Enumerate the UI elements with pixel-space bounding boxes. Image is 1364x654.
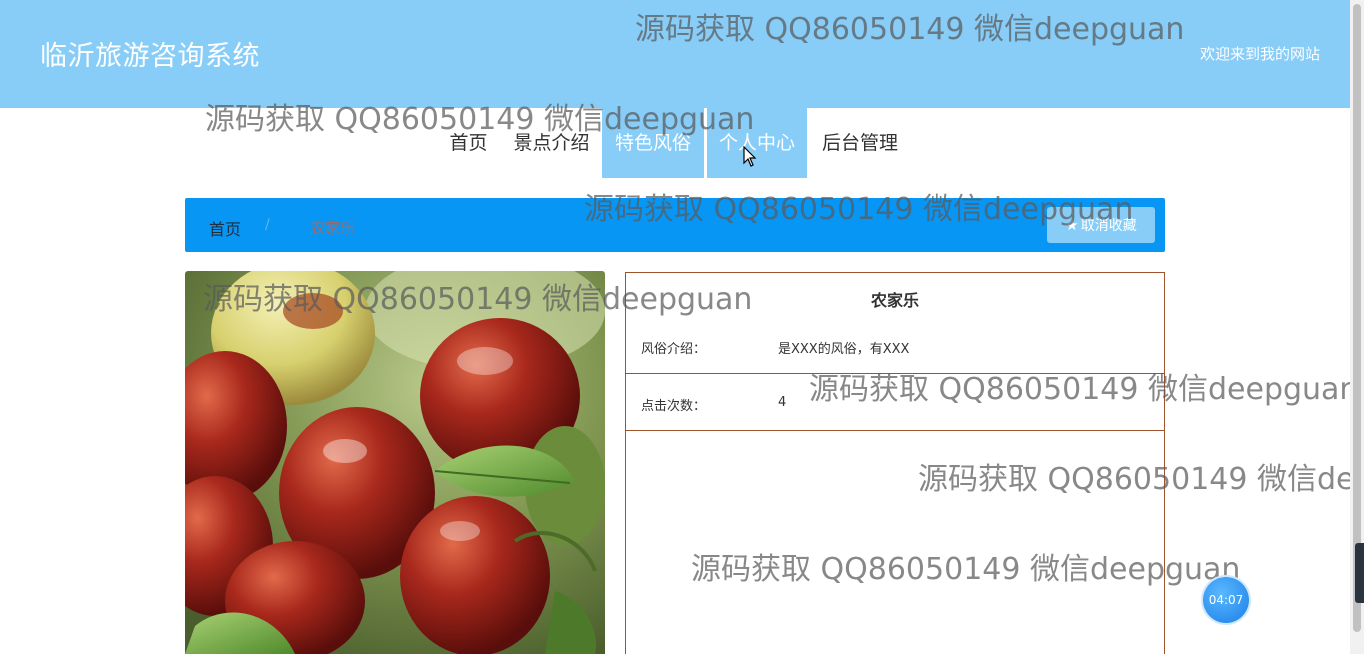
side-widget-tab[interactable]: [1355, 543, 1364, 603]
nav-item-admin[interactable]: 后台管理: [812, 108, 908, 178]
breadcrumb: 首页 / 农家乐 ★ 取消收藏: [185, 198, 1165, 252]
star-icon: ★: [1065, 216, 1079, 234]
unfavorite-label: 取消收藏: [1080, 218, 1137, 234]
nav-item-personal-center[interactable]: 个人中心: [707, 108, 807, 178]
timer-badge[interactable]: 04:07: [1203, 577, 1249, 623]
nav-item-customs[interactable]: 特色风俗: [602, 108, 704, 178]
nav-item-attractions[interactable]: 景点介绍: [505, 108, 598, 178]
clicks-value: 4: [778, 395, 787, 410]
page: 临沂旅游咨询系统 欢迎来到我的网站 首页 景点介绍 特色风俗 个人中心 后台管理…: [0, 0, 1364, 654]
nav-item-home[interactable]: 首页: [440, 108, 497, 178]
welcome-text: 欢迎来到我的网站: [1199, 45, 1320, 63]
jujube-photo-image: [185, 271, 605, 654]
intro-label: 风俗介绍：: [641, 342, 707, 357]
breadcrumb-current: 农家乐: [310, 219, 356, 237]
detail-panel: 农家乐 风俗介绍： 是XXX的风俗，有XXX 点击次数： 4: [625, 272, 1165, 654]
divider: [626, 430, 1164, 431]
site-header: 临沂旅游咨询系统 欢迎来到我的网站: [0, 0, 1350, 108]
main-nav: 首页 景点介绍 特色风俗 个人中心 后台管理: [0, 108, 1350, 178]
mouse-cursor-icon: [743, 145, 757, 172]
breadcrumb-home-link[interactable]: 首页: [209, 216, 241, 240]
unfavorite-button[interactable]: ★ 取消收藏: [1047, 207, 1155, 243]
scrollbar-thumb[interactable]: [1353, 4, 1361, 632]
clicks-label: 点击次数：: [641, 399, 707, 414]
site-title[interactable]: 临沂旅游咨询系统: [40, 34, 260, 73]
jujube-photo: [185, 271, 605, 654]
detail-title: 农家乐: [870, 291, 919, 310]
intro-value: 是XXX的风俗，有XXX: [778, 342, 910, 357]
breadcrumb-separator: /: [265, 217, 270, 233]
divider: [626, 373, 1164, 374]
